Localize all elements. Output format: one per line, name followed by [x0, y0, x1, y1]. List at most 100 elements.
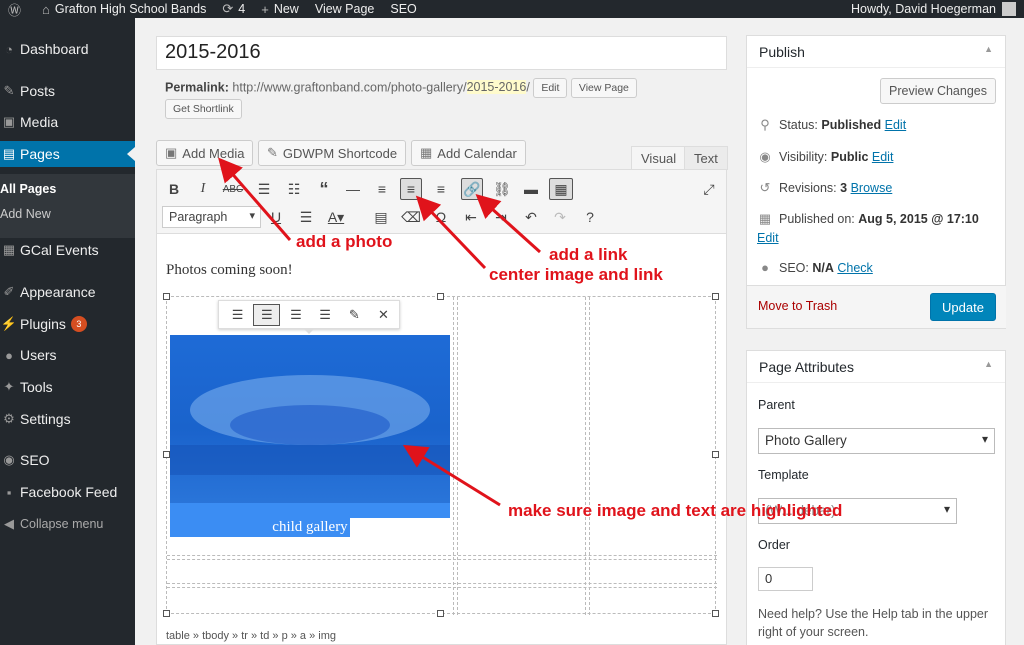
toolbar-toggle-icon[interactable]: ▦ — [549, 178, 573, 200]
calendar-icon: ▦ — [758, 211, 772, 226]
page-attributes-title: Page Attributes ▲ — [747, 351, 1005, 383]
remove-link-icon[interactable]: ⛓ — [491, 178, 513, 200]
help-icon[interactable]: ? — [579, 206, 601, 228]
resize-handle[interactable] — [712, 610, 719, 617]
numbered-list-icon[interactable]: ☷ — [283, 178, 305, 200]
outdent-icon[interactable]: ⇤ — [460, 206, 482, 228]
collapse-toggle-icon[interactable]: ▲ — [984, 44, 993, 54]
redo-icon[interactable]: ↷ — [549, 206, 571, 228]
align-left-icon[interactable]: ≡ — [371, 178, 393, 200]
distraction-free-icon[interactable]: ⤢ — [698, 178, 720, 200]
edit-visibility-link[interactable]: Edit — [872, 150, 894, 164]
menu-seo[interactable]: ◉ SEO — [0, 447, 135, 473]
table-row-divider — [167, 587, 717, 588]
image-align-center-icon[interactable]: ☰ — [253, 303, 281, 326]
template-label: Template — [758, 468, 809, 482]
align-center-icon[interactable]: ≡ — [400, 178, 422, 200]
resize-handle[interactable] — [163, 451, 170, 458]
menu-appearance[interactable]: ✐ Appearance — [0, 279, 135, 305]
menu-plugins[interactable]: ⚡ Plugins 3 — [0, 311, 135, 337]
underline-icon[interactable]: U — [265, 206, 287, 228]
view-page-button[interactable]: View Page — [570, 78, 637, 98]
publish-date-row: ▦ Published on: Aug 5, 2015 @ 17:10 — [758, 211, 979, 226]
gdwpm-shortcode-button[interactable]: ✎ GDWPM Shortcode — [258, 140, 407, 166]
format-select[interactable]: Paragraph — [162, 206, 261, 228]
edit-image-icon[interactable]: ✎ — [341, 304, 368, 326]
indent-icon[interactable]: ⇥ — [490, 206, 512, 228]
browse-revisions-link[interactable]: Browse — [851, 181, 893, 195]
move-to-trash-link[interactable]: Move to Trash — [758, 299, 837, 313]
image-align-left-icon[interactable]: ☰ — [224, 304, 251, 326]
menu-users[interactable]: ● Users — [0, 342, 135, 368]
permalink-slug[interactable]: 2015-2016 — [466, 80, 527, 95]
read-more-icon[interactable]: ▬ — [520, 178, 542, 200]
resize-handle[interactable] — [712, 293, 719, 300]
menu-pages[interactable]: ▤ Pages — [0, 141, 135, 167]
insert-link-icon[interactable]: 🔗 — [461, 178, 483, 200]
caption-highlight — [170, 503, 450, 518]
resize-handle[interactable] — [163, 293, 170, 300]
update-button[interactable]: Update — [930, 293, 996, 321]
text-color-icon[interactable]: A▾ — [325, 206, 347, 228]
resize-handle[interactable] — [163, 610, 170, 617]
preview-changes-button[interactable]: Preview Changes — [880, 78, 996, 104]
bullet-list-icon[interactable]: ☰ — [253, 178, 275, 200]
horizontal-line-icon[interactable]: — — [342, 178, 364, 200]
tab-text[interactable]: Text — [684, 146, 728, 170]
permalink-base[interactable]: http://www.graftonband.com/photo-gallery… — [232, 80, 466, 94]
remove-image-icon[interactable]: ✕ — [370, 304, 397, 326]
align-right-icon[interactable]: ≡ — [430, 178, 452, 200]
updates-link[interactable]: ⟳ 4 — [214, 0, 253, 18]
menu-media[interactable]: ▣ Media — [0, 109, 135, 135]
image-no-align-icon[interactable]: ☰ — [312, 304, 339, 326]
menu-gcal-events[interactable]: ▦ GCal Events — [0, 237, 135, 263]
get-shortlink-button[interactable]: Get Shortlink — [165, 99, 242, 119]
seo-check-link[interactable]: Check — [837, 261, 872, 275]
blockquote-icon[interactable]: “ — [313, 178, 335, 200]
view-page-link[interactable]: View Page — [307, 0, 383, 18]
undo-icon[interactable]: ↶ — [520, 206, 542, 228]
post-title-input[interactable]: 2015-2016 — [156, 36, 727, 70]
italic-icon[interactable]: I — [192, 178, 214, 200]
new-content-link[interactable]: + New — [253, 0, 307, 18]
site-name-link[interactable]: ⌂ Grafton High School Bands — [34, 0, 214, 18]
admin-sidebar: ◔ Dashboard ✎ Posts ▣ Media ▤ Pages All Page… — [0, 18, 135, 645]
paste-text-icon[interactable]: ▤ — [370, 206, 392, 228]
selected-gallery-image[interactable] — [170, 335, 450, 505]
calendar-icon: ▦ — [420, 145, 433, 160]
parent-select[interactable]: Photo Gallery ▾ — [758, 428, 995, 454]
add-media-button[interactable]: ▣ Add Media — [156, 140, 254, 166]
submenu-all-pages[interactable]: All Pages — [0, 182, 56, 196]
brush-icon: ✐ — [3, 284, 15, 299]
resize-handle[interactable] — [437, 293, 444, 300]
permalink-row: Permalink: http://www.graftonband.com/ph… — [165, 78, 637, 98]
menu-tools[interactable]: ✦ Tools — [0, 374, 135, 400]
order-input[interactable]: 0 — [758, 567, 813, 591]
collapse-menu-button[interactable]: ◀ Collapse menu — [0, 511, 135, 537]
image-inline-toolbar: ☰ ☰ ☰ ☰ ✎ ✕ — [218, 300, 400, 334]
edit-slug-button[interactable]: Edit — [533, 78, 568, 98]
special-character-icon[interactable]: Ω — [430, 206, 452, 228]
add-calendar-button[interactable]: ▦ Add Calendar — [411, 140, 526, 166]
edit-status-link[interactable]: Edit — [885, 118, 907, 132]
content-paragraph[interactable]: Photos coming soon! — [166, 262, 293, 279]
edit-date-link[interactable]: Edit — [757, 231, 779, 245]
submenu-add-new[interactable]: Add New — [0, 207, 51, 221]
strikethrough-icon[interactable]: ABC — [222, 178, 244, 200]
justify-icon[interactable]: ☰ — [295, 206, 317, 228]
wordpress-logo-icon[interactable]: Ⓦ — [0, 0, 34, 18]
menu-dashboard[interactable]: ◔ Dashboard — [0, 36, 135, 62]
tab-visual[interactable]: Visual — [631, 146, 687, 170]
bold-icon[interactable]: B — [163, 178, 185, 200]
menu-posts[interactable]: ✎ Posts — [0, 78, 135, 104]
collapse-toggle-icon[interactable]: ▲ — [984, 359, 993, 369]
image-align-right-icon[interactable]: ☰ — [282, 304, 309, 326]
image-caption[interactable]: child gallery — [170, 519, 450, 536]
seo-link[interactable]: SEO — [382, 0, 424, 18]
clear-formatting-icon[interactable]: ⌫ — [400, 206, 422, 228]
resize-handle[interactable] — [712, 451, 719, 458]
menu-facebook-feed[interactable]: ▪ Facebook Feed — [0, 479, 135, 505]
menu-settings[interactable]: ⚙ Settings — [0, 406, 135, 432]
resize-handle[interactable] — [437, 610, 444, 617]
my-account[interactable]: Howdy, David Hoegerman — [843, 0, 1024, 18]
